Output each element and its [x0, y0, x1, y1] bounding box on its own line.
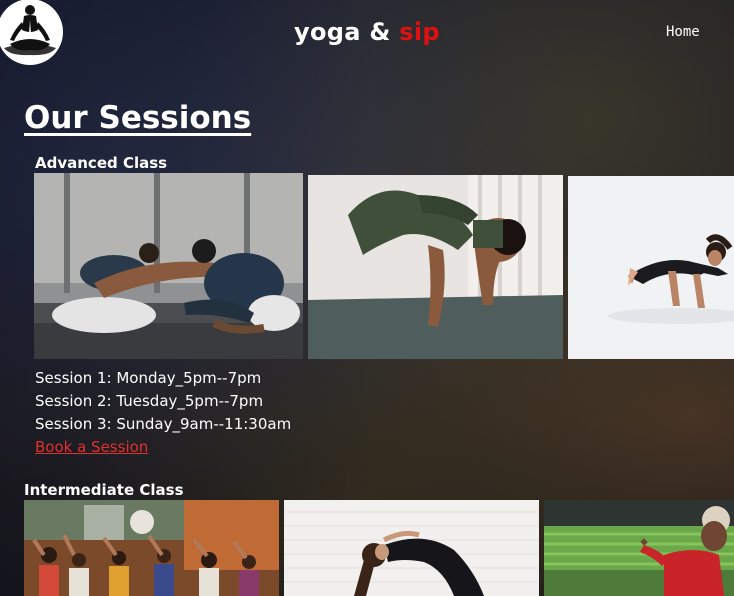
intermediate-photo-warrior-pose: [544, 500, 734, 596]
intermediate-photo-group-class: [24, 500, 279, 596]
brand-word-sip: sip: [399, 18, 440, 46]
advanced-class-heading: Advanced Class: [35, 154, 168, 172]
intermediate-class-heading: Intermediate Class: [24, 481, 184, 499]
book-session-link[interactable]: Book a Session: [35, 438, 148, 456]
advanced-photo-arm-balance: [568, 176, 734, 359]
page-title: Our Sessions: [24, 100, 252, 136]
advanced-photo-partner-stretch: [34, 173, 303, 359]
session-item: Session 2: Tuesday_5pm--7pm: [35, 392, 264, 410]
session-item: Session 1: Monday_5pm--7pm: [35, 369, 262, 387]
session-item: Session 3: Sunday_9am--11:30am: [35, 415, 292, 433]
brand-ampersand: &: [369, 18, 391, 46]
advanced-photo-crow-pose: [308, 175, 563, 359]
brand-word-yoga: yoga: [294, 18, 361, 46]
intermediate-photo-camel-pose: [284, 500, 539, 596]
meditation-logo-icon[interactable]: [0, 0, 64, 66]
advanced-session-list: Session 1: Monday_5pm--7pm Session 2: Tu…: [35, 367, 291, 459]
nav-home-link[interactable]: Home: [666, 24, 700, 40]
brand-title: yoga & sip: [294, 18, 440, 46]
